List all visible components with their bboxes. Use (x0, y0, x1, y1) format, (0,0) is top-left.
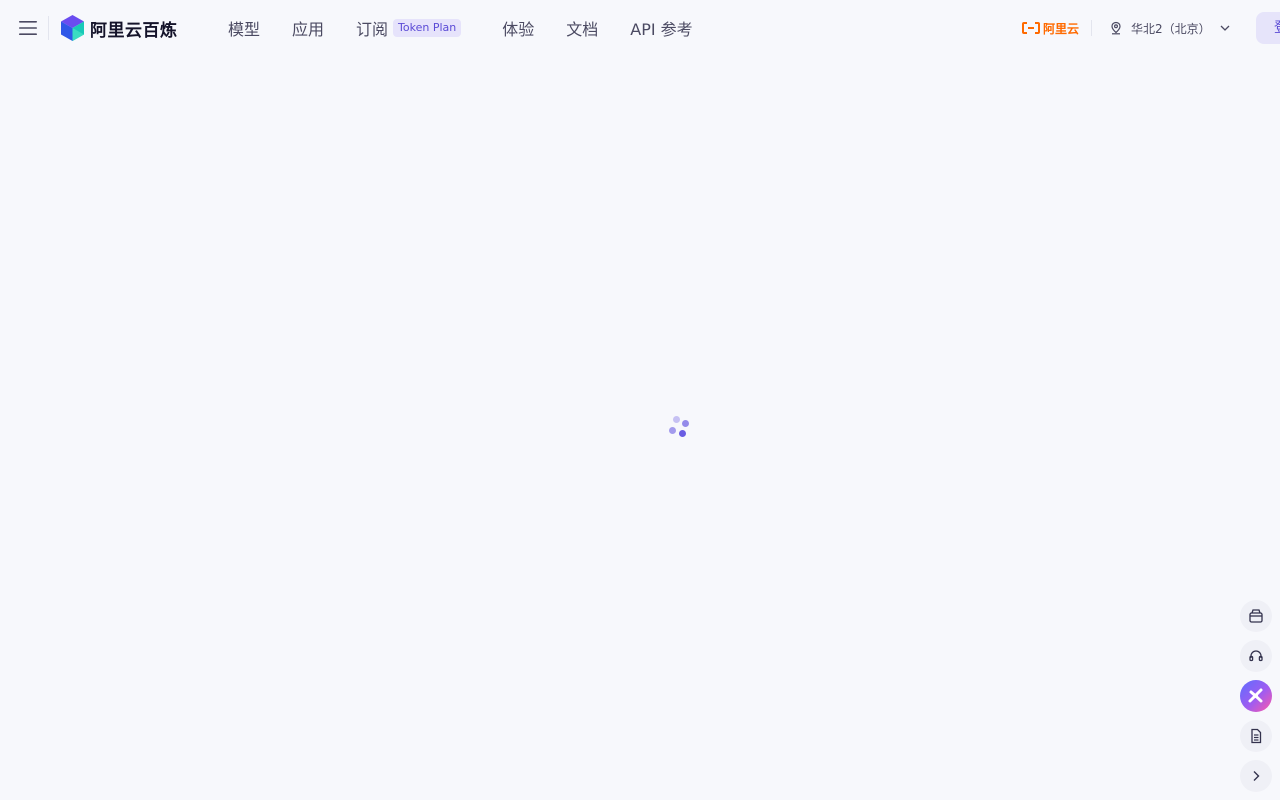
nav-subscription-label: 订阅 (356, 20, 389, 39)
nav-applications-label: 应用 (292, 20, 325, 39)
shop-button[interactable] (1240, 600, 1272, 632)
token-plan-badge: Token Plan (393, 19, 462, 37)
main-nav: 模型 应用 订阅 Token Plan 体验 文档 API 参考 (228, 0, 725, 56)
chevron-down-icon (1220, 25, 1230, 31)
document-button[interactable] (1240, 720, 1272, 752)
region-label: 华北2（北京） (1131, 21, 1211, 36)
top-navigation-bar: 阿里云百炼 模型 应用 订阅 Token Plan 体验 文档 API 参考 阿… (0, 0, 1280, 56)
shop-icon (1249, 609, 1263, 623)
nav-models[interactable]: 模型 (228, 16, 260, 40)
region-selector[interactable]: 华北2（北京） (1109, 18, 1231, 38)
nav-models-label: 模型 (228, 20, 261, 39)
nav-docs-label: 文档 (566, 20, 599, 39)
nav-experience[interactable]: 体验 (502, 16, 534, 40)
header-divider-right (1091, 20, 1092, 36)
header-divider (48, 16, 49, 40)
nav-api-reference-label: API 参考 (630, 20, 693, 39)
nav-applications[interactable]: 应用 (292, 16, 324, 40)
ai-assistant-button[interactable] (1240, 680, 1272, 712)
nav-experience-label: 体验 (502, 20, 535, 39)
document-icon (1251, 728, 1262, 744)
aliyun-home-link[interactable]: 阿里云 (1022, 18, 1079, 38)
location-pin-icon (1111, 21, 1121, 35)
hamburger-menu-button[interactable] (16, 16, 40, 40)
brand-name: 阿里云百炼 (90, 20, 178, 41)
nav-api-reference[interactable]: API 参考 (630, 16, 692, 40)
headset-icon (1249, 650, 1263, 662)
expand-toolbar-button[interactable] (1240, 760, 1272, 792)
nav-subscription[interactable]: 订阅 Token Plan (356, 16, 462, 40)
login-button[interactable]: 登录 (1256, 12, 1280, 44)
customer-service-button[interactable] (1240, 640, 1272, 672)
aliyun-logo-icon (1022, 22, 1040, 34)
loading-spinner (667, 415, 693, 441)
brand-logo[interactable]: 阿里云百炼 (61, 15, 178, 41)
chevron-right-icon (1253, 771, 1260, 781)
aliyun-label: 阿里云 (1043, 21, 1080, 36)
ai-assistant-icon (1248, 688, 1263, 703)
hamburger-icon (19, 21, 37, 35)
nav-docs[interactable]: 文档 (566, 16, 598, 40)
bailian-logo-icon (61, 15, 84, 41)
